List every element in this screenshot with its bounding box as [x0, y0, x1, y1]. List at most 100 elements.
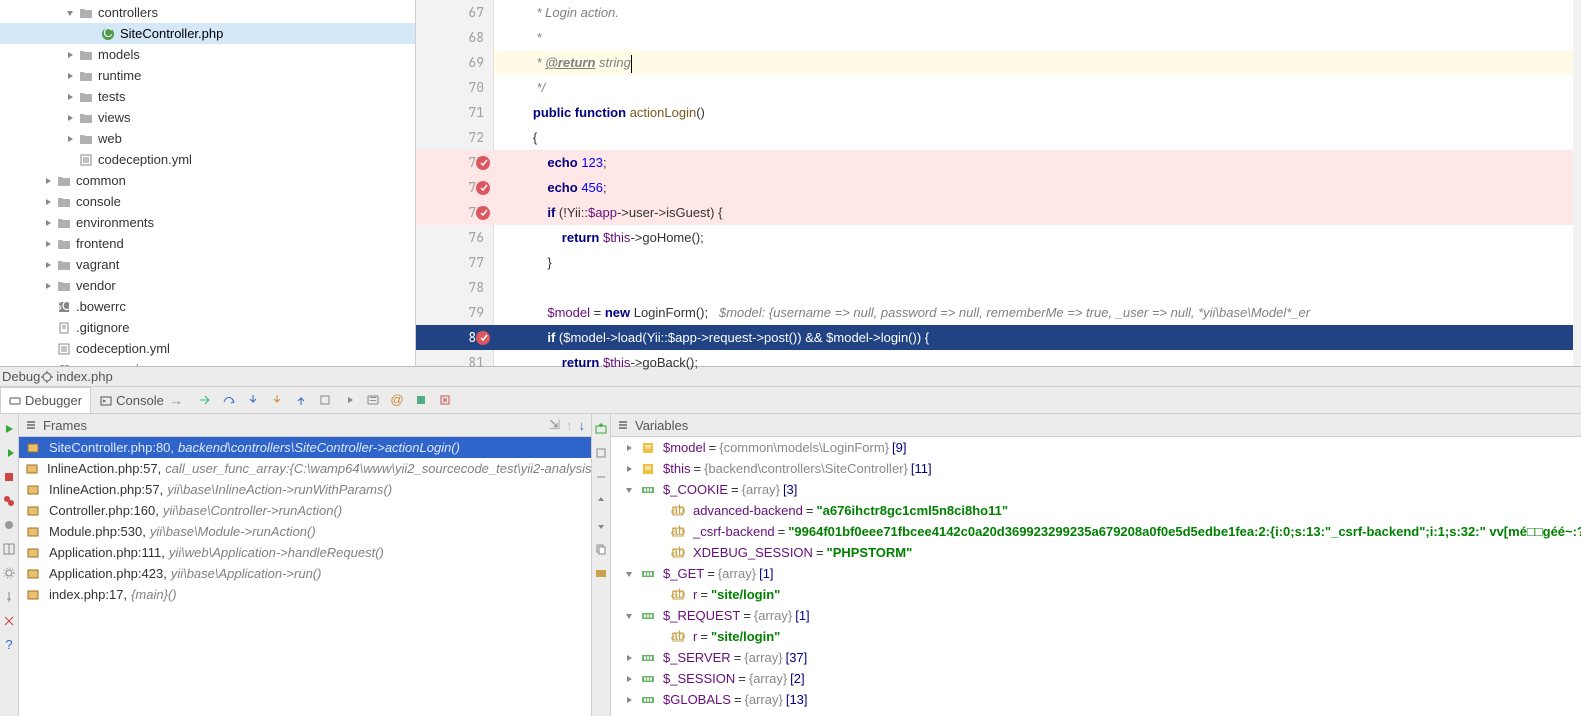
- frame-down-icon[interactable]: ↓: [579, 418, 586, 433]
- tree-item-web[interactable]: web: [0, 128, 415, 149]
- chevron-right-icon[interactable]: [64, 112, 76, 124]
- rerun-icon[interactable]: [0, 420, 18, 438]
- line-number[interactable]: 69: [416, 50, 484, 75]
- layout-icon[interactable]: [0, 540, 18, 558]
- tree-item-runtime[interactable]: runtime: [0, 65, 415, 86]
- chevron-down-icon[interactable]: [623, 568, 635, 580]
- tree-item-tests[interactable]: tests: [0, 86, 415, 107]
- tab-debugger[interactable]: Debugger: [0, 387, 91, 413]
- chevron-right-icon[interactable]: [42, 217, 54, 229]
- code-line[interactable]: $model = new LoginForm(); $model: {usern…: [494, 300, 1581, 325]
- chevron-right-icon[interactable]: [64, 70, 76, 82]
- view-breakpoints-icon[interactable]: [0, 492, 18, 510]
- code-line[interactable]: * Login action.: [494, 0, 1581, 25]
- code-line[interactable]: return $this->goBack();: [494, 350, 1581, 375]
- code-area[interactable]: * Login action. * * @return string */ pu…: [494, 0, 1581, 366]
- line-number[interactable]: 77: [416, 250, 484, 275]
- frame-row[interactable]: SiteController.php:80, backend\controlle…: [19, 437, 591, 458]
- variable-row[interactable]: r = "site/login": [611, 626, 1581, 647]
- dropdown-icon[interactable]: ⇲: [549, 417, 560, 433]
- tree-item-common[interactable]: common: [0, 170, 415, 191]
- force-step-into-icon[interactable]: [266, 389, 288, 411]
- chevron-down-icon[interactable]: [623, 610, 635, 622]
- code-line[interactable]: */: [494, 75, 1581, 100]
- code-line[interactable]: if (!Yii::$app->user->isGuest) {: [494, 200, 1581, 225]
- watch-up-icon[interactable]: [592, 492, 610, 510]
- chevron-right-icon[interactable]: [64, 49, 76, 61]
- close-tab-icon[interactable]: [434, 389, 456, 411]
- variable-row[interactable]: $_SERVER = {array} [37]: [611, 647, 1581, 668]
- breakpoint-icon[interactable]: [476, 206, 490, 220]
- tree-item-composer-json[interactable]: composer.json: [0, 359, 415, 366]
- step-into-icon[interactable]: [242, 389, 264, 411]
- variable-row[interactable]: $this = {backend\controllers\SiteControl…: [611, 458, 1581, 479]
- variable-row[interactable]: $GLOBALS = {array} [13]: [611, 689, 1581, 710]
- line-number[interactable]: 68: [416, 25, 484, 50]
- frame-row[interactable]: Controller.php:160, yii\base\Controller-…: [19, 500, 591, 521]
- line-number[interactable]: 72: [416, 125, 484, 150]
- project-tree[interactable]: controllersSiteController.phpmodelsrunti…: [0, 0, 416, 366]
- variable-row[interactable]: r = "site/login": [611, 584, 1581, 605]
- chevron-right-icon[interactable]: [623, 442, 635, 454]
- variable-row[interactable]: $model = {common\models\LoginForm} [9]: [611, 437, 1581, 458]
- variable-row[interactable]: XDEBUG_SESSION = "PHPSTORM": [611, 542, 1581, 563]
- chevron-right-icon[interactable]: [623, 694, 635, 706]
- step-out-icon[interactable]: [290, 389, 312, 411]
- line-number[interactable]: 70: [416, 75, 484, 100]
- chevron-right-icon[interactable]: [623, 673, 635, 685]
- chevron-right-icon[interactable]: [64, 91, 76, 103]
- line-number[interactable]: 74: [416, 175, 484, 200]
- tree-item-codeception-yml[interactable]: codeception.yml: [0, 338, 415, 359]
- line-number[interactable]: 75: [416, 200, 484, 225]
- breakpoint-icon[interactable]: [476, 156, 490, 170]
- frame-row[interactable]: Module.php:530, yii\base\Module->runActi…: [19, 521, 591, 542]
- tree-item-vagrant[interactable]: vagrant: [0, 254, 415, 275]
- chevron-right-icon[interactable]: [623, 652, 635, 664]
- breakpoint-icon[interactable]: [476, 331, 490, 345]
- tree-item-views[interactable]: views: [0, 107, 415, 128]
- variable-row[interactable]: _csrf-backend = "9964f01bf0eee71fbcee414…: [611, 521, 1581, 542]
- code-line[interactable]: if ($model->load(Yii::$app->request->pos…: [494, 325, 1581, 350]
- mute-breakpoints-icon[interactable]: [0, 516, 18, 534]
- tree-item-models[interactable]: models: [0, 44, 415, 65]
- variable-row[interactable]: $_GET = {array} [1]: [611, 563, 1581, 584]
- chevron-right-icon[interactable]: [623, 463, 635, 475]
- frame-row[interactable]: Application.php:111, yii\web\Application…: [19, 542, 591, 563]
- help-icon[interactable]: ?: [0, 636, 18, 654]
- code-line[interactable]: }: [494, 250, 1581, 275]
- drop-frame-icon[interactable]: [314, 389, 336, 411]
- chevron-right-icon[interactable]: [42, 238, 54, 250]
- frame-row[interactable]: InlineAction.php:57, yii\base\InlineActi…: [19, 479, 591, 500]
- code-line[interactable]: echo 123;: [494, 150, 1581, 175]
- line-number[interactable]: 67: [416, 0, 484, 25]
- frame-row[interactable]: index.php:17, {main}(): [19, 584, 591, 605]
- variable-row[interactable]: $_SESSION = {array} [2]: [611, 668, 1581, 689]
- tree-item-controllers[interactable]: controllers: [0, 2, 415, 23]
- line-number[interactable]: 73: [416, 150, 484, 175]
- chevron-right-icon[interactable]: [64, 133, 76, 145]
- tree-item-vendor[interactable]: vendor: [0, 275, 415, 296]
- tree-item-sitecontroller-php[interactable]: SiteController.php: [0, 23, 415, 44]
- tree-item-frontend[interactable]: frontend: [0, 233, 415, 254]
- frame-row[interactable]: Application.php:423, yii\base\Applicatio…: [19, 563, 591, 584]
- chevron-down-icon[interactable]: [64, 7, 76, 19]
- add-watch-icon[interactable]: [592, 420, 610, 438]
- code-line[interactable]: echo 456;: [494, 175, 1581, 200]
- tree-item-environments[interactable]: environments: [0, 212, 415, 233]
- chevron-right-icon[interactable]: [42, 280, 54, 292]
- run-to-cursor-icon[interactable]: [338, 389, 360, 411]
- tree-item-console[interactable]: console: [0, 191, 415, 212]
- line-number[interactable]: 81: [416, 350, 484, 375]
- line-number[interactable]: 79: [416, 300, 484, 325]
- line-number[interactable]: 80: [416, 325, 484, 350]
- line-number[interactable]: 71: [416, 100, 484, 125]
- evaluate-icon[interactable]: =: [362, 389, 384, 411]
- chevron-right-icon[interactable]: [42, 196, 54, 208]
- code-line[interactable]: return $this->goHome();: [494, 225, 1581, 250]
- pin-icon[interactable]: [0, 588, 18, 606]
- settings-icon[interactable]: [410, 389, 432, 411]
- tree-item-codeception-yml[interactable]: codeception.yml: [0, 149, 415, 170]
- tree-item--gitignore[interactable]: .gitignore: [0, 317, 415, 338]
- step-over-icon[interactable]: [218, 389, 240, 411]
- close-icon[interactable]: [0, 612, 18, 630]
